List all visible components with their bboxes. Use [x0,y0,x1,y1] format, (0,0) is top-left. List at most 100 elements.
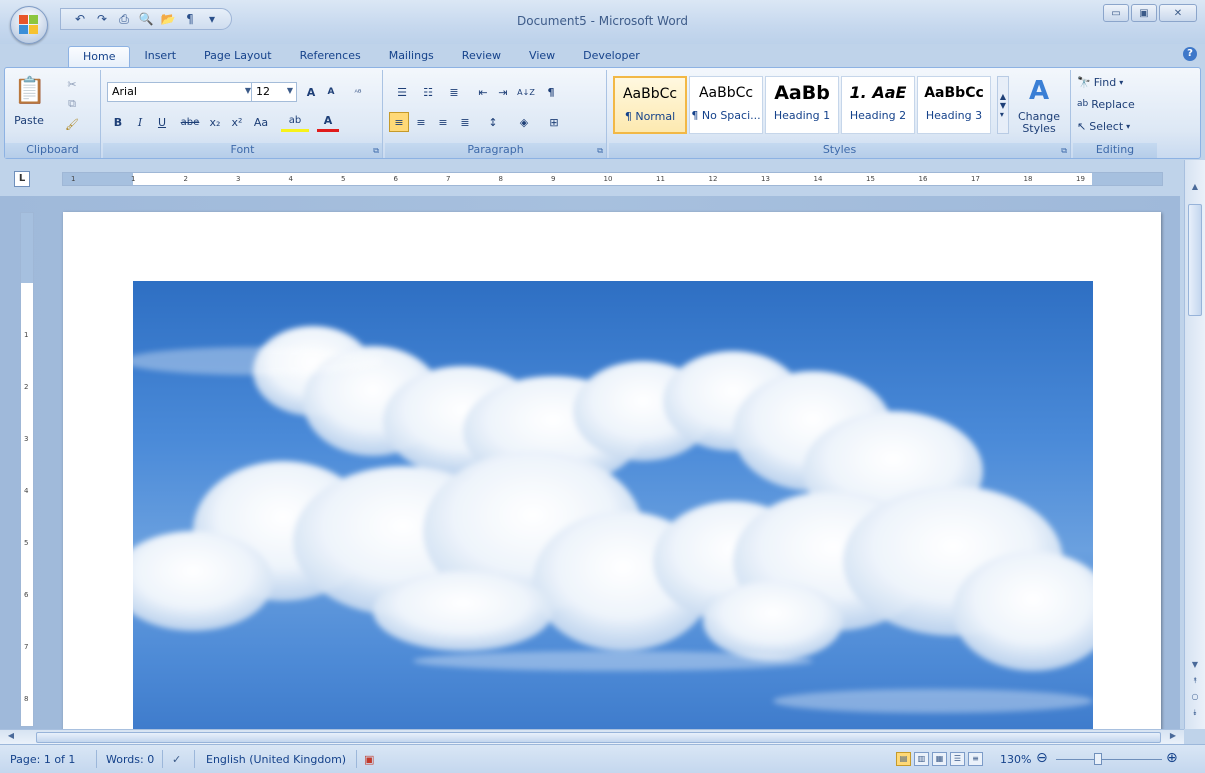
tab-review[interactable]: Review [448,46,515,68]
tab-developer[interactable]: Developer [569,46,654,68]
change-styles-icon[interactable]: A [1019,76,1059,106]
window-controls: ▭ ▣ ✕ [1103,4,1197,22]
macro-record-icon[interactable]: ▣ [364,753,374,766]
proofing-icon[interactable]: ✓ [172,753,181,766]
help-icon[interactable]: ? [1183,47,1197,61]
subscript-button[interactable]: x₂ [205,112,225,132]
zoom-level[interactable]: 130% [1000,753,1031,766]
font-name-combo[interactable]: Arial ▼ [107,82,255,102]
draft-icon[interactable]: ≡ [968,752,983,766]
zoom-out-icon[interactable]: ⊖ [1036,750,1048,766]
align-right-icon[interactable]: ≡ [433,112,453,132]
language-indicator[interactable]: English (United Kingdom) [206,753,346,766]
font-color-button[interactable]: A [317,112,339,132]
web-layout-icon[interactable]: ▦ [932,752,947,766]
strikethrough-button[interactable]: abe [179,112,201,132]
close-button[interactable]: ✕ [1159,4,1197,22]
highlight-button[interactable]: ab [281,112,309,132]
increase-indent-icon[interactable]: ⇥ [493,82,513,102]
vertical-ruler[interactable]: 1 2 3 4 5 6 7 8 [20,212,34,727]
paste-icon[interactable]: 📋 [13,72,47,110]
style-name: ¶ No Spaci... [691,109,761,122]
line-spacing-icon[interactable]: ↕ [481,112,505,132]
superscript-button[interactable]: x² [227,112,247,132]
underline-button[interactable]: U [153,112,171,132]
print-layout-icon[interactable]: ▤ [896,752,911,766]
horizontal-scrollbar[interactable]: ◀ ▶ [0,729,1184,744]
numbering-icon[interactable]: ☷ [415,82,441,102]
page-indicator[interactable]: Page: 1 of 1 [10,753,75,766]
copy-icon[interactable]: ⧉ [61,94,83,114]
paste-button[interactable]: Paste [9,110,49,130]
tab-mailings[interactable]: Mailings [375,46,448,68]
dialog-launcher-icon[interactable]: ⧉ [597,146,603,156]
tab-page-layout[interactable]: Page Layout [190,46,286,68]
sky-clouds-image[interactable] [133,281,1093,729]
select-browse-object-icon[interactable]: ○ [1188,692,1202,704]
outline-icon[interactable]: ☰ [950,752,965,766]
next-page-icon[interactable]: ⯯ [1188,708,1202,720]
style-no-spacing[interactable]: AaBbCc ¶ No Spaci... [689,76,763,134]
vertical-scrollbar[interactable]: ▲ ▼ ⯭ ○ ⯯ [1184,160,1205,729]
scroll-down-icon[interactable]: ▼ [1188,660,1202,672]
tab-insert[interactable]: Insert [130,46,190,68]
tab-home[interactable]: Home [68,46,131,68]
multilevel-list-icon[interactable]: ≣ [441,82,467,102]
change-case-button[interactable]: Aa [249,112,273,132]
change-styles-button[interactable]: Change Styles [1013,110,1065,136]
cut-icon[interactable]: ✂ [61,74,83,94]
dialog-launcher-icon[interactable]: ⧉ [373,146,379,156]
clear-formatting-button[interactable]: ᴬᴮ [347,82,369,102]
previous-page-icon[interactable]: ⯭ [1188,676,1202,688]
divider [162,750,163,768]
style-heading-1[interactable]: AaBb Heading 1 [765,76,839,134]
font-size-combo[interactable]: 12 ▼ [251,82,297,102]
find-button[interactable]: 🔭 Find ▾ [1077,72,1153,92]
tab-selector-button[interactable]: L [14,171,30,187]
grow-font-button[interactable]: A [301,82,321,102]
word-count[interactable]: Words: 0 [106,753,154,766]
tab-references[interactable]: References [286,46,375,68]
bullets-icon[interactable]: ☰ [389,82,415,102]
format-painter-icon[interactable]: 🖌 [61,114,83,134]
style-heading-3[interactable]: AaBbCc Heading 3 [917,76,991,134]
replace-button[interactable]: ab Replace [1077,94,1153,114]
align-left-icon[interactable]: ≡ [389,112,409,132]
ruler-number: 2 [183,175,188,183]
show-hide-button[interactable]: ¶ [541,82,561,102]
align-center-icon[interactable]: ≡ [411,112,431,132]
ruler-number: 11 [656,175,665,183]
shading-icon[interactable]: ◈ [511,112,537,132]
decrease-indent-icon[interactable]: ⇤ [473,82,493,102]
italic-button[interactable]: I [131,112,149,132]
shrink-font-button[interactable]: A [321,82,341,102]
zoom-in-icon[interactable]: ⊕ [1166,750,1178,766]
full-screen-reading-icon[interactable]: ▥ [914,752,929,766]
bold-button[interactable]: B [109,112,127,132]
vertical-scroll-thumb[interactable] [1188,204,1202,316]
zoom-slider-thumb[interactable] [1094,753,1102,765]
justify-icon[interactable]: ≣ [455,112,475,132]
zoom-slider-track[interactable] [1056,759,1162,760]
tab-view[interactable]: View [515,46,569,68]
style-sample: AaBb [774,82,830,104]
dialog-launcher-icon[interactable]: ⧉ [1061,146,1067,156]
scroll-left-icon[interactable]: ◀ [4,731,18,743]
maximize-button[interactable]: ▣ [1131,4,1157,22]
divider [96,750,97,768]
borders-icon[interactable]: ⊞ [541,112,567,132]
sort-button[interactable]: A↓Z [515,82,537,102]
scroll-up-icon[interactable]: ▲ [1188,182,1202,194]
style-heading-2[interactable]: 1. AaE Heading 2 [841,76,915,134]
ruler-number: 1 [131,175,136,183]
horizontal-ruler[interactable]: 1 1 2 3 4 5 6 7 8 9 10 11 12 13 14 15 16 17 18 19 [62,172,1163,186]
minimize-button[interactable]: ▭ [1103,4,1129,22]
select-button[interactable]: ↖ Select ▾ [1077,116,1153,136]
scroll-right-icon[interactable]: ▶ [1166,731,1180,743]
horizontal-scroll-thumb[interactable] [36,732,1161,743]
style-normal[interactable]: AaBbCc ¶ Normal [613,76,687,134]
styles-scroll[interactable]: ▲ ▼ ▾ [997,76,1009,134]
editing-label: Editing [1073,143,1157,158]
ruler-number: 1 [71,175,76,183]
ruler-number: 7 [446,175,451,183]
